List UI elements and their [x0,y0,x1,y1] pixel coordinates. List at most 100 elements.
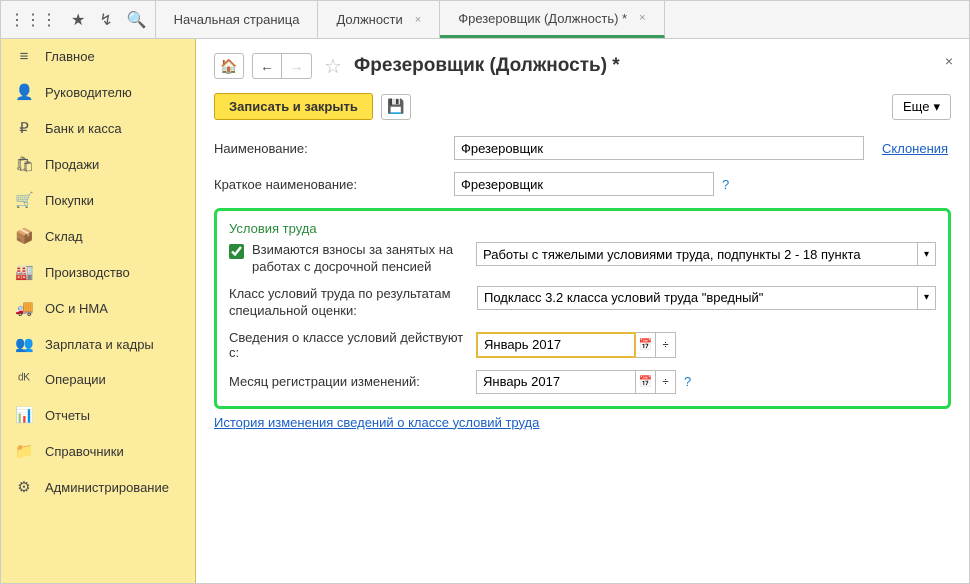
nav-group: ← → [252,53,312,79]
content-header: 🏠 ← → ☆ Фрезеровщик (Должность) * [214,53,951,79]
sidebar-item-purchases[interactable]: 🛒 Покупки [1,182,195,218]
ops-icon: ᵈᴷ [15,371,33,388]
back-button[interactable]: ← [252,53,282,79]
contributions-checkbox[interactable] [229,244,244,259]
close-page-button[interactable]: × [945,53,953,69]
sidebar-item-assets[interactable]: 🚚 ОС и НМА [1,290,195,326]
sidebar-item-warehouse[interactable]: 📦 Склад [1,218,195,254]
contributions-row: Взимаются взносы за занятых на работах с… [229,242,936,276]
page-title: Фрезеровщик (Должность) * [354,55,620,77]
sidebar-item-label: Главное [45,49,95,64]
chevron-down-icon: ▾ [933,99,940,115]
shortname-label: Краткое наименование: [214,177,454,192]
sidebar-item-label: Справочники [45,444,124,459]
chart-icon: 📊 [15,406,33,424]
history-link[interactable]: История изменения сведений о классе усло… [214,415,539,430]
declension-link[interactable]: Склонения [882,141,948,156]
sidebar-item-label: Руководителю [45,85,132,100]
sidebar-item-operations[interactable]: ᵈᴷ Операции [1,362,195,397]
action-row: Записать и закрыть 💾 Еще ▾ [214,93,951,120]
people-icon: 👥 [15,335,33,353]
sidebar-item-label: Покупки [45,193,94,208]
toolbar-icons: ⋮⋮⋮ ★ ↯ 🔍 [1,1,156,38]
sidebar-item-label: Операции [45,372,106,387]
sidebar-item-admin[interactable]: ⚙Администрирование [1,469,195,505]
date-buttons: 📅 ÷ [636,370,676,394]
close-icon[interactable]: × [415,14,421,26]
reg-month-row: Месяц регистрации изменений: 📅 ÷ ? [229,370,936,394]
chevron-down-icon[interactable]: ▾ [918,286,936,310]
sidebar-item-manager[interactable]: 👤 Руководителю [1,74,195,110]
forward-button[interactable]: → [282,53,312,79]
sidebar-item-label: ОС и НМА [45,301,108,316]
spinner-icon[interactable]: ÷ [656,370,676,394]
shortname-input[interactable] [454,172,714,196]
spinner-icon[interactable]: ÷ [656,332,676,358]
sidebar-item-hr[interactable]: 👥 Зарплата и кадры [1,326,195,362]
ruble-icon: ₽ [15,119,33,137]
class-label: Класс условий труда по результатам специ… [229,286,469,320]
reg-month-label: Месяц регистрации изменений: [229,374,476,389]
valid-from-row: Сведения о классе условий действуют с: 📅… [229,330,936,360]
valid-from-label: Сведения о классе условий действуют с: [229,330,476,360]
sidebar: ≡ Главное 👤 Руководителю ₽ Банк и касса 🛍 Пр… [1,39,196,583]
sidebar-item-label: Продажи [45,157,99,172]
calendar-icon[interactable]: 📅 [636,370,656,394]
work-type-combo: ▾ [476,242,936,266]
folder-icon: 📁 [15,442,33,460]
sidebar-item-label: Отчеты [45,408,90,423]
calendar-icon[interactable]: 📅 [636,332,656,358]
sidebar-item-label: Банк и касса [45,121,122,136]
sidebar-item-bank[interactable]: ₽ Банк и касса [1,110,195,146]
tab-positions[interactable]: Должности × [318,1,440,38]
star-icon[interactable]: ★ [71,10,85,30]
tab-home[interactable]: Начальная страница [156,1,319,38]
name-row: Наименование: Склонения [214,136,951,160]
tab-label: Должности [336,12,402,27]
class-input[interactable] [477,286,918,310]
class-row: Класс условий труда по результатам специ… [229,286,936,320]
sidebar-item-main[interactable]: ≡ Главное [1,39,195,74]
layout: ≡ Главное 👤 Руководителю ₽ Банк и касса 🛍 Пр… [1,39,969,583]
class-combo: ▾ [477,286,936,310]
tabs: Начальная страница Должности × Фрезеровщи… [156,1,665,38]
date-buttons: 📅 ÷ [636,332,676,358]
history-icon[interactable]: ↯ [99,10,112,30]
truck-icon: 🚚 [15,299,33,317]
sidebar-item-label: Администрирование [45,480,169,495]
valid-from-input[interactable] [476,332,636,358]
tab-position-form[interactable]: Фрезеровщик (Должность) * × [440,1,664,38]
sidebar-item-label: Склад [45,229,83,244]
content: 🏠 ← → ☆ Фрезеровщик (Должность) * × Запи… [196,39,969,583]
box-icon: 📦 [15,227,33,245]
search-icon[interactable]: 🔍 [127,10,147,30]
group-title: Условия труда [229,221,936,236]
person-icon: 👤 [15,83,33,101]
more-button[interactable]: Еще ▾ [892,94,951,120]
sidebar-item-production[interactable]: 🏭Производство [1,254,195,290]
sidebar-item-catalogs[interactable]: 📁 Справочники [1,433,195,469]
tab-label: Фрезеровщик (Должность) * [458,11,627,26]
name-input[interactable] [454,136,864,160]
cart-icon: 🛒 [15,191,33,209]
reg-month-input[interactable] [476,370,636,394]
home-button[interactable]: 🏠 [214,53,244,79]
chevron-down-icon[interactable]: ▾ [918,242,936,266]
save-button[interactable]: 💾 [381,94,411,120]
close-icon[interactable]: × [639,12,645,24]
help-icon[interactable]: ? [684,374,691,389]
apps-icon[interactable]: ⋮⋮⋮ [9,10,57,30]
sidebar-item-sales[interactable]: 🛍 Продажи [1,146,195,182]
name-label: Наименование: [214,141,454,156]
favorite-button[interactable]: ☆ [320,53,346,79]
bag-icon: 🛍 [15,155,33,173]
sidebar-item-label: Зарплата и кадры [45,337,154,352]
save-close-button[interactable]: Записать и закрыть [214,93,373,120]
sidebar-item-label: Производство [45,265,130,280]
work-type-input[interactable] [476,242,918,266]
help-icon[interactable]: ? [722,177,729,192]
menu-icon: ≡ [15,48,33,65]
sidebar-item-reports[interactable]: 📊 Отчеты [1,397,195,433]
more-label: Еще [903,99,929,114]
shortname-row: Краткое наименование: ? [214,172,951,196]
